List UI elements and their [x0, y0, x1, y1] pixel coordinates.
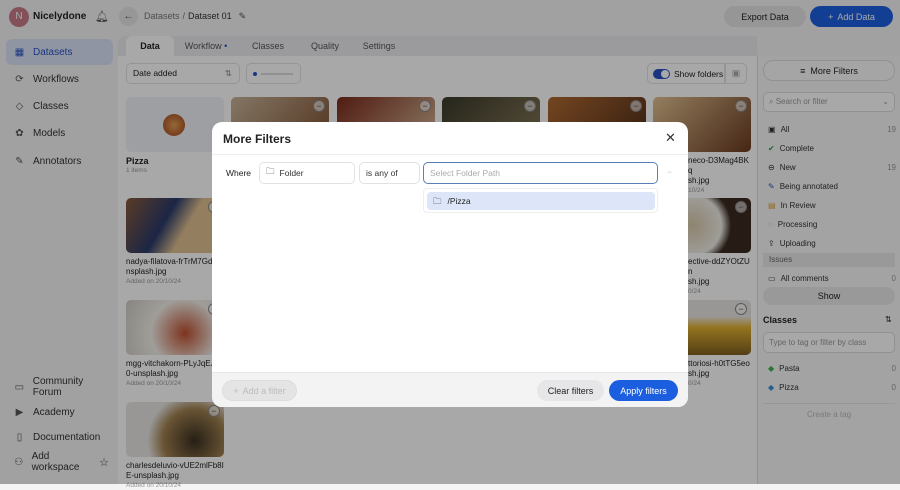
folder-path-placeholder: Select Folder Path	[430, 168, 500, 178]
more-filters-modal: More Filters ✕ Where 🗀︎ Folder is any of …	[212, 122, 688, 407]
apply-filters-button[interactable]: Apply filters	[609, 380, 678, 401]
remove-filter-icon[interactable]: −	[667, 167, 672, 177]
folder-dropdown: 🗀︎/Pizza	[423, 188, 658, 213]
modal-footer: + Add a filter Clear filters Apply filter…	[212, 372, 688, 407]
clear-filters-button[interactable]: Clear filters	[537, 380, 604, 401]
plus-icon: +	[233, 385, 239, 396]
modal-title: More Filters	[223, 132, 292, 146]
folder-icon: 🗀︎	[266, 166, 275, 176]
where-label: Where	[226, 168, 252, 178]
add-filter-button[interactable]: + Add a filter	[222, 380, 297, 401]
divider	[212, 154, 688, 155]
operator-select[interactable]: is any of	[359, 162, 420, 184]
field-select[interactable]: 🗀︎ Folder	[259, 162, 355, 184]
folder-path-input[interactable]: Select Folder Path	[423, 162, 658, 184]
field-label: Folder	[279, 168, 304, 178]
folder-option-pizza[interactable]: 🗀︎/Pizza	[427, 192, 655, 210]
folder-icon: 🗀︎	[433, 196, 442, 206]
operator-label: is any of	[366, 168, 398, 178]
close-icon[interactable]: ✕	[665, 130, 676, 146]
